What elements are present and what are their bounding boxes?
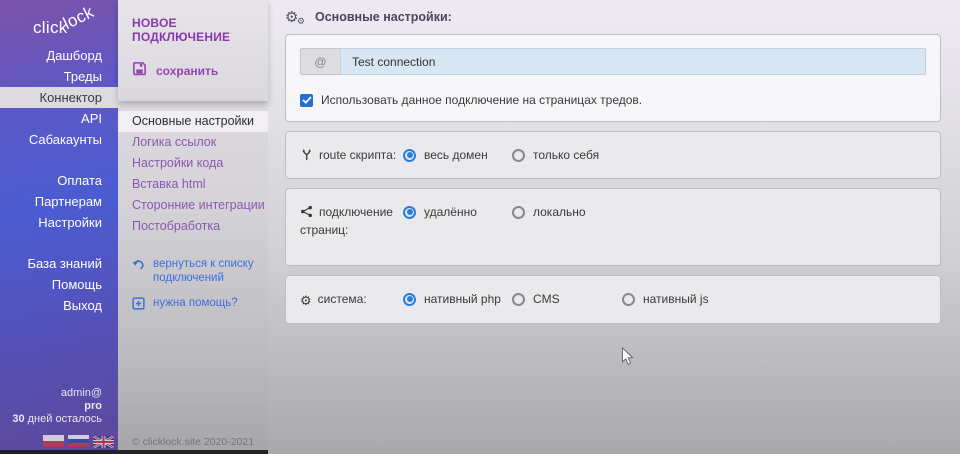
sidebar-item-knowledge-base[interactable]: База знаний — [0, 253, 118, 274]
save-button-label: сохранить — [156, 64, 218, 78]
floppy-disk-icon — [132, 61, 147, 81]
radio-cms[interactable]: CMS — [512, 291, 622, 307]
gears-icon: ⚙⚙ — [285, 8, 305, 26]
language-switcher — [43, 435, 114, 447]
radio-remote[interactable]: удалённо — [403, 204, 512, 220]
sidebar-item-partners[interactable]: Партнерам — [0, 191, 118, 212]
sidebar-item-threads[interactable]: Треды — [0, 66, 118, 87]
back-to-connections-link[interactable]: вернуться к списку подключений — [132, 257, 258, 285]
main-header: ⚙⚙ Основные настройки: — [268, 0, 960, 34]
menu-item-code-settings[interactable]: Настройки кода — [118, 153, 268, 174]
sidebar-item-payment[interactable]: Оплата — [0, 170, 118, 191]
radio-local[interactable]: локально — [512, 204, 622, 220]
sidebar-item-subaccounts[interactable]: Сабакаунты — [0, 129, 118, 150]
uk-flag-icon[interactable] — [93, 435, 114, 447]
sidebar-item-help[interactable]: Помощь — [0, 274, 118, 295]
system-setting-label: ⚙система: — [300, 291, 403, 310]
page-connection-card: подключение страниц: удалённо локально — [285, 188, 941, 266]
account-info: admin@ pro 30 дней осталось — [0, 387, 118, 426]
settings-cards: @ Использовать данное подключение на стр… — [285, 34, 941, 324]
menu-item-basic-settings[interactable]: Основные настройки — [118, 111, 268, 132]
help-link-label: нужна помощь? — [153, 296, 238, 310]
radio-whole-domain[interactable]: весь домен — [403, 147, 512, 163]
page-connection-label: подключение страниц: — [300, 204, 403, 238]
sidebar-item-connector[interactable]: Коннектор — [0, 87, 118, 108]
checkbox-checked-icon[interactable] — [300, 94, 313, 107]
nav-group-main: Дашборд Треды Коннектор API Сабакаунты — [0, 45, 118, 150]
radio-native-js[interactable]: нативный js — [622, 291, 732, 307]
radio-selected-icon[interactable] — [403, 293, 416, 306]
need-help-link[interactable]: нужна помощь? — [132, 296, 258, 314]
sidebar-nav: Дашборд Треды Коннектор API Сабакаунты О… — [0, 45, 118, 316]
back-link-label: вернуться к списку подключений — [153, 257, 258, 285]
sidebar-item-logout[interactable]: Выход — [0, 295, 118, 316]
app-window: clicklock Дашборд Треды Коннектор API Са… — [0, 0, 960, 454]
connection-panel-header: НОВОЕ ПОДКЛЮЧЕНИЕ сохранить — [118, 0, 268, 101]
radio-unselected-icon[interactable] — [512, 206, 525, 219]
menu-item-link-logic[interactable]: Логика ссылок — [118, 132, 268, 153]
account-email: admin@ — [0, 387, 102, 400]
connection-name-input[interactable] — [340, 48, 926, 75]
connection-name-card: @ Использовать данное подключение на стр… — [285, 34, 941, 122]
share-icon — [300, 205, 313, 222]
nav-group-help: База знаний Помощь Выход — [0, 253, 118, 316]
window-bottom-edge — [0, 450, 268, 454]
use-on-threads-row[interactable]: Использовать данное подключение на стран… — [300, 93, 926, 107]
save-button[interactable]: сохранить — [132, 61, 256, 81]
panel-title: НОВОЕ ПОДКЛЮЧЕНИЕ — [132, 16, 256, 44]
poland-flag-icon[interactable] — [43, 435, 64, 447]
connection-settings-menu: Основные настройки Логика ссылок Настрой… — [118, 111, 268, 237]
main-content: ⚙⚙ Основные настройки: @ Использовать да… — [268, 0, 960, 454]
sidebar-item-api[interactable]: API — [0, 108, 118, 129]
radio-unselected-icon[interactable] — [622, 293, 635, 306]
account-days-left: 30 дней осталось — [0, 413, 102, 426]
connection-name-group: @ — [300, 48, 926, 75]
route-setting-label: route скрипта: — [300, 147, 403, 165]
menu-item-integrations[interactable]: Сторонние интеграции — [118, 195, 268, 216]
at-sign-prefix: @ — [300, 48, 340, 75]
sidebar-item-settings[interactable]: Настройки — [0, 212, 118, 233]
gear-icon: ⚙ — [300, 294, 312, 310]
add-box-icon — [132, 296, 145, 314]
connection-panel: НОВОЕ ПОДКЛЮЧЕНИЕ сохранить Основные нас… — [118, 0, 268, 454]
copyright-text: © clicklock.site 2020-2021 — [118, 436, 268, 448]
russia-flag-icon[interactable] — [68, 435, 89, 447]
radio-unselected-icon[interactable] — [512, 149, 525, 162]
radio-native-php[interactable]: нативный php — [403, 291, 512, 307]
clicklock-logo: clicklock — [0, 0, 118, 38]
route-setting-card: route скрипта: весь домен только себя — [285, 131, 941, 179]
checkbox-label: Использовать данное подключение на стран… — [321, 93, 642, 107]
radio-only-self[interactable]: только себя — [512, 147, 622, 163]
undo-icon — [132, 257, 145, 274]
route-icon — [300, 148, 313, 165]
panel-links: вернуться к списку подключений нужна пом… — [118, 257, 268, 314]
radio-selected-icon[interactable] — [403, 149, 416, 162]
system-setting-card: ⚙система: нативный php CMS нативный js — [285, 275, 941, 324]
page-title: Основные настройки: — [315, 10, 452, 24]
menu-item-postprocessing[interactable]: Постобработка — [118, 216, 268, 237]
nav-group-billing: Оплата Партнерам Настройки — [0, 170, 118, 233]
radio-selected-icon[interactable] — [403, 206, 416, 219]
sidebar-item-dashboard[interactable]: Дашборд — [0, 45, 118, 66]
main-sidebar: clicklock Дашборд Треды Коннектор API Са… — [0, 0, 118, 454]
menu-item-html-insert[interactable]: Вставка html — [118, 174, 268, 195]
account-plan: pro — [0, 400, 102, 413]
radio-unselected-icon[interactable] — [512, 293, 525, 306]
